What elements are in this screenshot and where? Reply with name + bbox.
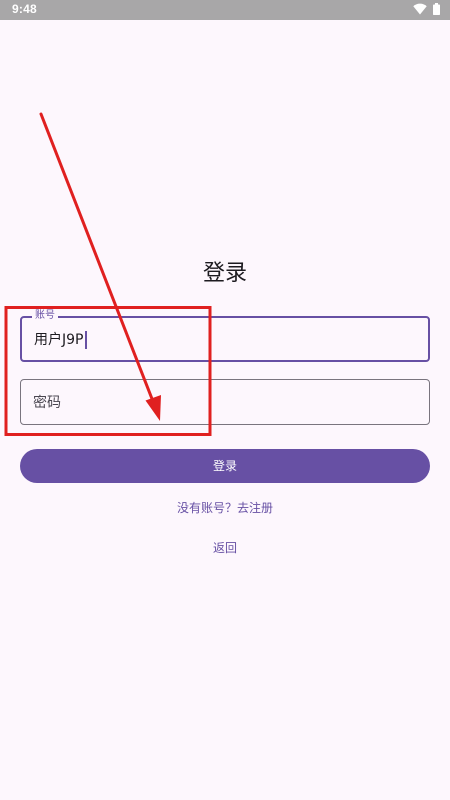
status-icons [413, 3, 440, 15]
account-field[interactable]: 账号 用户J9P [20, 310, 430, 362]
account-field-value: 用户J9P [34, 331, 87, 349]
register-link[interactable]: 没有账号？去注册 [0, 499, 450, 516]
back-link[interactable]: 返回 [0, 539, 450, 556]
status-time: 9:48 [12, 2, 37, 16]
text-cursor [85, 331, 87, 349]
account-field-label: 账号 [32, 310, 58, 322]
account-input-text: 用户J9P [34, 332, 84, 348]
wifi-icon [413, 3, 427, 15]
password-placeholder: 密码 [33, 395, 61, 411]
battery-icon [433, 3, 440, 15]
login-button[interactable]: 登录 [20, 449, 430, 483]
page-title: 登录 [202, 261, 247, 286]
password-field[interactable]: 密码 [20, 379, 430, 425]
login-screen: 9:48 登录 账号 用户J9P 密码 登录 没有账号？去注册 返回 [0, 0, 450, 800]
status-bar: 9:48 [0, 0, 450, 20]
